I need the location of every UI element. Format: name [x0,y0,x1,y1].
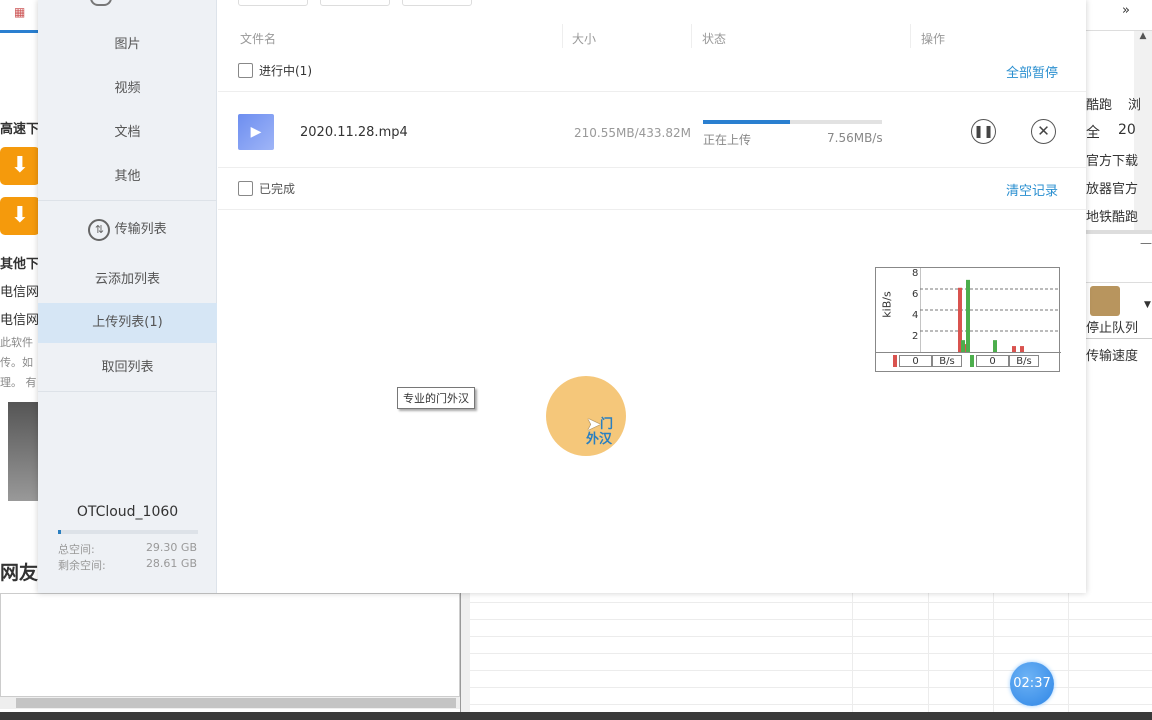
upload-speed-value: 0 [899,355,932,367]
ball-text: 外汉 [586,432,613,447]
bg-text: 传。如 [0,356,33,369]
column-header-name[interactable]: 文件名 [240,30,276,47]
completed-label: 已完成 [259,182,296,196]
column-header: 传输速度 [1086,349,1139,364]
download-button[interactable]: ⬇ [0,197,40,235]
bg-text: 理。 有 [0,376,37,389]
bg-text: 高速下 [0,122,40,137]
sidebar-item-videos[interactable]: 视频 [38,69,217,109]
toolbar-button[interactable] [238,0,308,6]
upload-progress-bar [703,120,882,124]
column-header-size[interactable]: 大小 [572,30,596,47]
bg-text[interactable]: 20 [1118,122,1136,138]
transfer-header-label: 传输列表 [114,222,167,237]
download-button[interactable]: ⬇ [0,147,40,185]
bg-text[interactable]: 酷跑 [1086,94,1112,113]
stop-queue-button[interactable]: 停止队列 [1086,317,1138,336]
in-progress-label: 进行中(1) [259,64,312,78]
package-icon[interactable] [1090,286,1120,316]
tab-underline [0,30,40,33]
sidebar-item-retrieve[interactable]: 取回列表 [38,348,217,388]
bg-text: 其他下 [0,257,40,272]
vertical-scrollbar[interactable]: ▲ [1134,31,1152,231]
speed-bar [966,279,970,352]
tooltip: 专业的门外汉 [397,387,475,409]
sidebar-item-other[interactable]: 其他 [38,157,217,197]
speed-bar [993,340,997,352]
apps-icon[interactable]: ▦ [14,5,25,19]
free-space-label: 剩余空间: [58,559,106,572]
file-size: 210.55MB/433.82MB [574,126,692,140]
download-speed-value: 0 [976,355,1009,367]
bg-heading: 网友 [0,562,39,584]
upload-status: 正在上传 [703,133,752,147]
sidebar-item-upload[interactable]: 上传列表(1) [38,303,217,343]
transfer-icon: ⇅ [88,218,111,241]
transfer-list-header[interactable]: ⇅ 传输列表 [38,210,217,250]
minimize-icon[interactable]: — [1140,236,1152,250]
horizontal-scrollbar[interactable] [0,697,460,709]
storage-bar [58,530,198,534]
bg-text[interactable]: 放器官方 [1086,178,1138,197]
total-space-label: 总空间: [58,543,95,556]
sidebar-item-cloud-add[interactable]: 云添加列表 [38,260,217,300]
mouse-cursor-icon: ➤ [586,414,602,435]
bg-text: 此软件 [0,336,33,349]
total-space-value: 29.30 GB [145,541,197,554]
download-color-swatch [970,355,974,367]
splitter[interactable] [460,593,470,713]
y-tick: 4 [912,310,919,321]
ball-text: 门 [600,417,614,432]
video-file-icon: ▶ [238,114,274,150]
sidebar-item-documents[interactable]: 文档 [38,113,217,153]
taskbar [0,712,1152,720]
timer-badge[interactable]: 02:37 [1010,662,1054,706]
completed-checkbox[interactable] [238,181,253,196]
column-header-status[interactable]: 状态 [702,30,726,47]
speed-monitor[interactable]: kiB/s 8 6 4 2 0 B/s 0 B/s [875,267,1061,372]
column-header-actions[interactable]: 操作 [921,30,945,47]
bg-link[interactable]: 电信网 [0,309,39,328]
download-speed-unit: B/s [1009,355,1039,367]
cancel-button[interactable]: ✕ [1031,119,1056,144]
upload-speed-unit: B/s [932,355,962,367]
bg-text[interactable]: 地铁酷跑 [1086,206,1138,225]
y-tick: 8 [912,268,919,279]
floating-ball[interactable]: 门 外汉 ➤ [546,376,626,456]
background-page-left: ▦ 高速下 ⬇ ⬇ 其他下 电信网 电信网 此软件 传。如 理。 有 网友 [0,0,40,600]
pause-all-button[interactable]: 全部暂停 [1006,62,1058,81]
y-tick: 6 [912,289,919,300]
upload-speed: 7.56MB/s [827,131,883,145]
bg-text[interactable]: 浏 [1128,94,1141,113]
bg-text[interactable]: 全 [1086,122,1100,142]
comment-box[interactable] [0,593,460,697]
sidebar-item-images[interactable]: 图片 [38,25,217,65]
pause-button[interactable]: ❚❚ [971,119,996,144]
dropdown-arrow-icon[interactable]: ▼ [1144,300,1151,310]
toolbar-button[interactable] [320,0,390,6]
speed-chart [920,268,1060,352]
y-tick: 2 [912,331,919,342]
y-axis-label: kiB/s [880,291,894,318]
free-space-value: 28.61 GB [145,557,197,570]
clear-history-button[interactable]: 清空记录 [1006,180,1058,199]
file-name[interactable]: 2020.11.28.mp4 [300,125,408,140]
bg-text[interactable]: 官方下载 [1086,150,1138,169]
toolbar-button[interactable] [402,0,472,6]
background-page-right: » ▲ 酷跑 浏 全 20 官方下载 放器官方 地铁酷跑 — ▼ 停止队列 传输… [1086,0,1152,593]
all-files-icon [90,0,112,6]
sidebar: 图片 视频 文档 其他 ⇅ 传输列表 云添加列表 上传列表(1) 取回列表 OT… [38,0,217,593]
bg-image [8,402,40,501]
in-progress-checkbox[interactable] [238,63,253,78]
upload-color-swatch [893,355,897,367]
account-name: OTCloud_1060 [76,504,179,520]
more-icon[interactable]: » [1122,3,1130,18]
speed-bar [961,340,965,352]
bg-link[interactable]: 电信网 [0,281,39,300]
